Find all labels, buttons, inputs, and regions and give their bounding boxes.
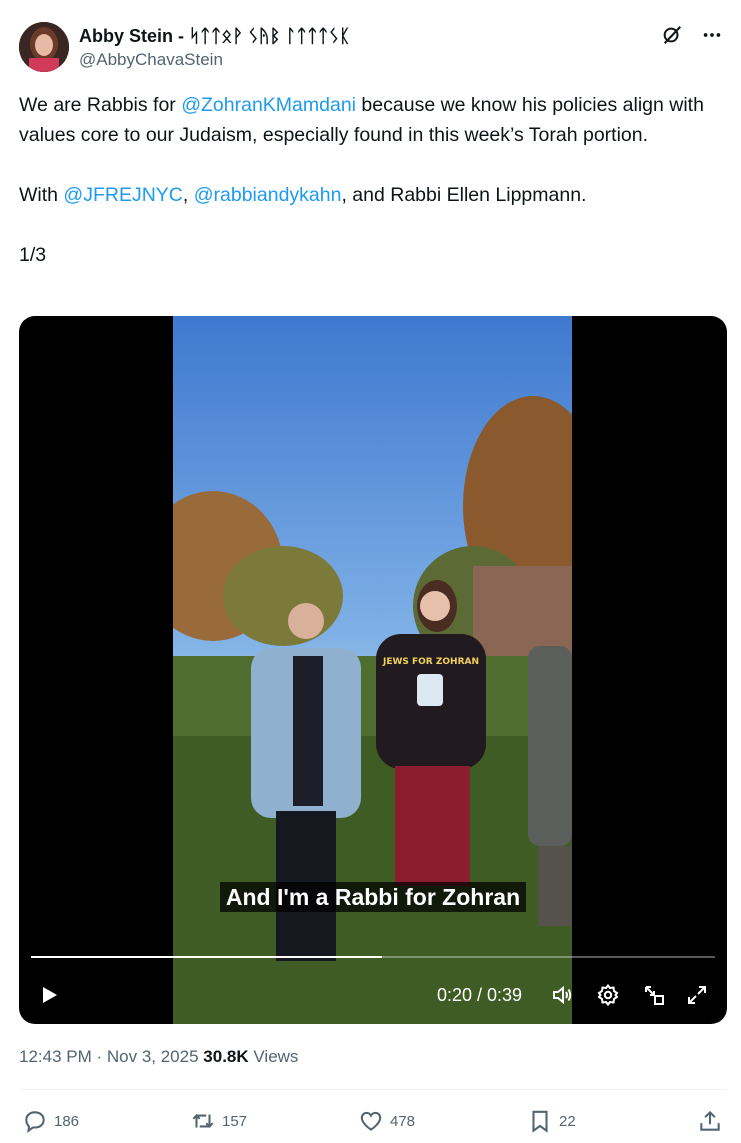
pip-icon[interactable] bbox=[642, 983, 666, 1007]
like-icon bbox=[360, 1111, 382, 1131]
more-icon[interactable] bbox=[699, 22, 725, 48]
share-icon bbox=[700, 1110, 720, 1131]
repost-icon bbox=[192, 1114, 214, 1128]
share-button[interactable] bbox=[697, 1108, 723, 1134]
grok-icon[interactable] bbox=[659, 22, 685, 48]
video-progress-bar[interactable] bbox=[31, 956, 715, 958]
mention-zohran[interactable]: @ZohranKMamdani bbox=[181, 94, 356, 116]
repost-button[interactable]: 157 bbox=[190, 1108, 247, 1134]
views-count: 30.8K bbox=[203, 1047, 249, 1066]
avatar[interactable] bbox=[19, 22, 69, 72]
tweet-meta: 12:43 PM · Nov 3, 2025 30.8K Views bbox=[19, 1045, 298, 1069]
meta-separator: · bbox=[91, 1047, 107, 1066]
settings-icon[interactable] bbox=[596, 983, 620, 1007]
tweet-header: Abby Stein - ᛋᛏᛏᛟᚹ ᛊᚤᛒ ᛚᛏᛏᛏᛊᛕ @AbbyChava… bbox=[19, 22, 725, 74]
reply-icon bbox=[25, 1111, 45, 1134]
video-frame: JEWS FOR ZOHRAN bbox=[173, 316, 572, 1024]
tweet-date[interactable]: Nov 3, 2025 bbox=[107, 1047, 199, 1066]
header-actions bbox=[659, 22, 725, 48]
video-caption: And I'm a Rabbi for Zohran bbox=[19, 882, 727, 912]
tweet-paragraph-2: With @JFREJNYC, @rabbiandykahn, and Rabb… bbox=[19, 180, 719, 210]
reply-count: 186 bbox=[54, 1112, 80, 1130]
shirt-text: JEWS FOR ZOHRAN bbox=[382, 657, 479, 667]
tweet-text-segment: , and Rabbi Ellen Lippmann. bbox=[341, 184, 587, 206]
author-display-name[interactable]: Abby Stein - ᛋᛏᛏᛟᚹ ᛊᚤᛒ ᛚᛏᛏᛏᛊᛕ bbox=[79, 24, 350, 48]
bookmark-icon bbox=[532, 1110, 548, 1133]
mention-jfrej[interactable]: @JFREJNYC bbox=[63, 184, 182, 206]
tweet-actions: 186 157 478 22 bbox=[22, 1108, 723, 1138]
tweet-paragraph-1: We are Rabbis for @ZohranKMamdani becaus… bbox=[19, 90, 719, 150]
divider bbox=[19, 1089, 727, 1090]
thread-count: 1/3 bbox=[19, 244, 47, 266]
repost-count: 157 bbox=[222, 1112, 248, 1130]
tweet-text-segment: We are Rabbis for bbox=[19, 94, 182, 116]
video-time: 0:20 / 0:39 bbox=[437, 985, 523, 1005]
fullscreen-icon[interactable] bbox=[685, 983, 709, 1007]
bookmark-count: 22 bbox=[559, 1112, 576, 1130]
bookmark-button[interactable]: 22 bbox=[527, 1108, 576, 1134]
author-handle[interactable]: @AbbyChavaStein bbox=[79, 48, 350, 72]
video-caption-text: And I'm a Rabbi for Zohran bbox=[219, 882, 527, 912]
reply-button[interactable]: 186 bbox=[22, 1108, 79, 1134]
volume-icon[interactable] bbox=[550, 983, 574, 1007]
video-progress-fill bbox=[31, 956, 382, 958]
video-controls: 0:20 / 0:39 bbox=[19, 978, 727, 1012]
play-icon[interactable] bbox=[37, 983, 61, 1007]
mention-andy[interactable]: @rabbiandykahn bbox=[194, 184, 342, 206]
views-label: Views bbox=[248, 1047, 299, 1066]
tweet-text: We are Rabbis for @ZohranKMamdani becaus… bbox=[19, 90, 719, 270]
like-button[interactable]: 478 bbox=[358, 1108, 415, 1134]
like-count: 478 bbox=[390, 1112, 416, 1130]
tweet-text-segment: With bbox=[19, 184, 64, 206]
video-player[interactable]: JEWS FOR ZOHRAN And I'm a Rabbi for Zohr… bbox=[19, 316, 727, 1024]
author-block: Abby Stein - ᛋᛏᛏᛟᚹ ᛊᚤᛒ ᛚᛏᛏᛏᛊᛕ @AbbyChava… bbox=[79, 24, 350, 72]
tweet-text-segment: , bbox=[182, 184, 194, 206]
tweet-time[interactable]: 12:43 PM bbox=[19, 1047, 92, 1066]
